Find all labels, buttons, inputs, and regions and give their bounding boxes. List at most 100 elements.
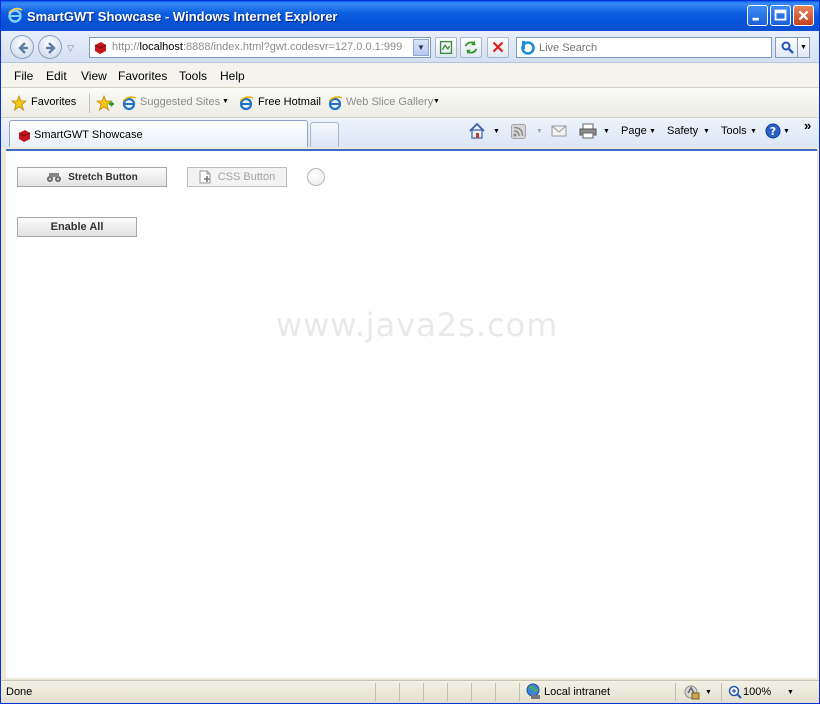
status-divider [471,683,472,701]
search-options-dropdown[interactable]: ▼ [797,37,810,58]
url-host: localhost [139,41,183,53]
status-divider [447,683,448,701]
feeds-icon[interactable] [511,124,526,139]
close-button[interactable] [793,5,814,26]
radio-toggle[interactable] [307,168,325,186]
compatibility-view-button[interactable] [435,37,457,58]
internet-explorer-icon [8,7,23,23]
tab-row: SmartGWT Showcase ▼ ▼ ▼ Page ▼ Safety ▼ … [1,118,819,147]
tab-smartgwt-showcase[interactable]: SmartGWT Showcase [9,120,308,147]
chevron-down-icon: ▼ [800,44,807,51]
safety-menu[interactable]: Safety [667,125,698,137]
stop-icon [492,41,504,53]
print-icon[interactable] [579,123,597,139]
favorites-star-icon [11,95,27,111]
new-tab-button[interactable] [310,122,339,147]
gwt-page-icon [18,130,31,142]
recent-pages-dropdown-icon[interactable]: ▽ [67,43,74,54]
close-icon [798,10,809,21]
print-dropdown-icon[interactable]: ▼ [603,128,610,135]
chevron-down-icon: ▼ [417,43,425,52]
status-divider [721,683,722,701]
address-dropdown-button[interactable]: ▼ [413,39,429,56]
tools-menu[interactable]: Tools [721,125,747,137]
menu-help[interactable]: Help [220,69,245,83]
favorites-separator [89,93,90,113]
watermark-text: www.java2s.com [276,306,559,344]
title-bar[interactable]: SmartGWT Showcase - Windows Internet Exp… [1,1,819,31]
gwt-page-icon [94,42,107,54]
address-bar[interactable]: http://localhost:8888/index.html?gwt.cod… [89,37,431,58]
enable-all-button[interactable]: Enable All [17,217,137,237]
stretch-button[interactable]: Stretch Button [17,167,167,187]
address-row: ▽ http://localhost:8888/index.html?gwt.c… [1,31,819,63]
ie-page-icon [239,96,254,111]
add-to-favorites-icon[interactable] [96,95,114,111]
menu-edit[interactable]: Edit [46,69,67,83]
status-text: Done [6,686,33,698]
maximize-button[interactable] [770,5,791,26]
menu-favorites[interactable]: Favorites [118,69,167,83]
search-input[interactable] [539,40,767,55]
home-dropdown-icon[interactable]: ▼ [493,128,500,135]
menu-tools[interactable]: Tools [179,69,207,83]
ie-page-icon [122,96,137,111]
refresh-icon [464,40,478,55]
feeds-dropdown-icon[interactable]: ▼ [536,128,543,135]
back-arrow-icon [18,42,28,54]
zoom-level[interactable]: 100% [743,686,771,698]
stretch-button-label: Stretch Button [68,171,138,183]
status-divider [375,683,376,701]
forward-arrow-icon [46,42,56,54]
url-prefix: http:// [112,41,140,53]
home-icon[interactable] [468,122,486,140]
suggested-sites-link[interactable]: Suggested Sites [140,96,220,108]
minimize-icon [752,17,759,21]
address-url[interactable]: http://localhost:8888/index.html?gwt.cod… [112,41,412,53]
status-bar: Done Local intranet ▼ 100% ▼ [1,680,819,703]
css-button-label: CSS Button [217,171,276,183]
compatibility-view-icon [439,40,453,55]
minimize-button[interactable] [747,5,768,26]
web-slice-gallery-link[interactable]: Web Slice Gallery [346,96,433,108]
protected-mode-icon[interactable] [683,684,700,700]
zoom-icon[interactable] [728,685,742,699]
refresh-button[interactable] [460,37,482,58]
window-title: SmartGWT Showcase - Windows Internet Exp… [27,9,338,24]
new-document-icon [199,170,211,184]
web-slice-icon [328,96,343,111]
security-zone[interactable]: Local intranet [544,686,610,698]
read-mail-icon[interactable] [551,124,567,138]
favorites-button[interactable]: Favorites [31,96,76,108]
browser-window: SmartGWT Showcase - Windows Internet Exp… [0,0,820,704]
page-content: Stretch Button CSS Button Enable All www… [6,149,817,678]
page-dropdown-icon[interactable]: ▼ [649,128,656,135]
page-menu[interactable]: Page [621,125,647,137]
free-hotmail-link[interactable]: Free Hotmail [258,96,321,108]
menu-bar: File Edit View Favorites Tools Help [1,63,819,88]
safety-dropdown-icon[interactable]: ▼ [703,128,710,135]
web-slice-dropdown-icon[interactable]: ▼ [433,98,440,105]
tools-dropdown-icon[interactable]: ▼ [750,128,757,135]
local-intranet-icon [526,683,540,699]
search-box[interactable] [516,37,772,58]
suggested-sites-dropdown-icon[interactable]: ▼ [222,98,229,105]
search-icon [781,41,794,54]
tab-label: SmartGWT Showcase [34,129,143,141]
help-icon[interactable]: ? [765,123,781,139]
menu-view[interactable]: View [81,69,107,83]
search-go-button[interactable] [775,37,799,58]
favorites-bar: Favorites Suggested Sites ▼ Free Hotmail… [1,88,819,118]
help-dropdown-icon[interactable]: ▼ [783,128,790,135]
svg-text:?: ? [770,125,776,138]
menu-file[interactable]: File [14,69,33,83]
status-divider [519,683,520,701]
back-button[interactable] [10,35,34,59]
zoom-dropdown-icon[interactable]: ▼ [787,689,794,696]
status-divider [423,683,424,701]
stop-button[interactable] [487,37,509,58]
protected-mode-dropdown-icon[interactable]: ▼ [705,689,712,696]
forward-button[interactable] [38,35,62,59]
css-button[interactable]: CSS Button [187,167,287,187]
toolbar-overflow-chevron[interactable]: » [804,118,811,133]
